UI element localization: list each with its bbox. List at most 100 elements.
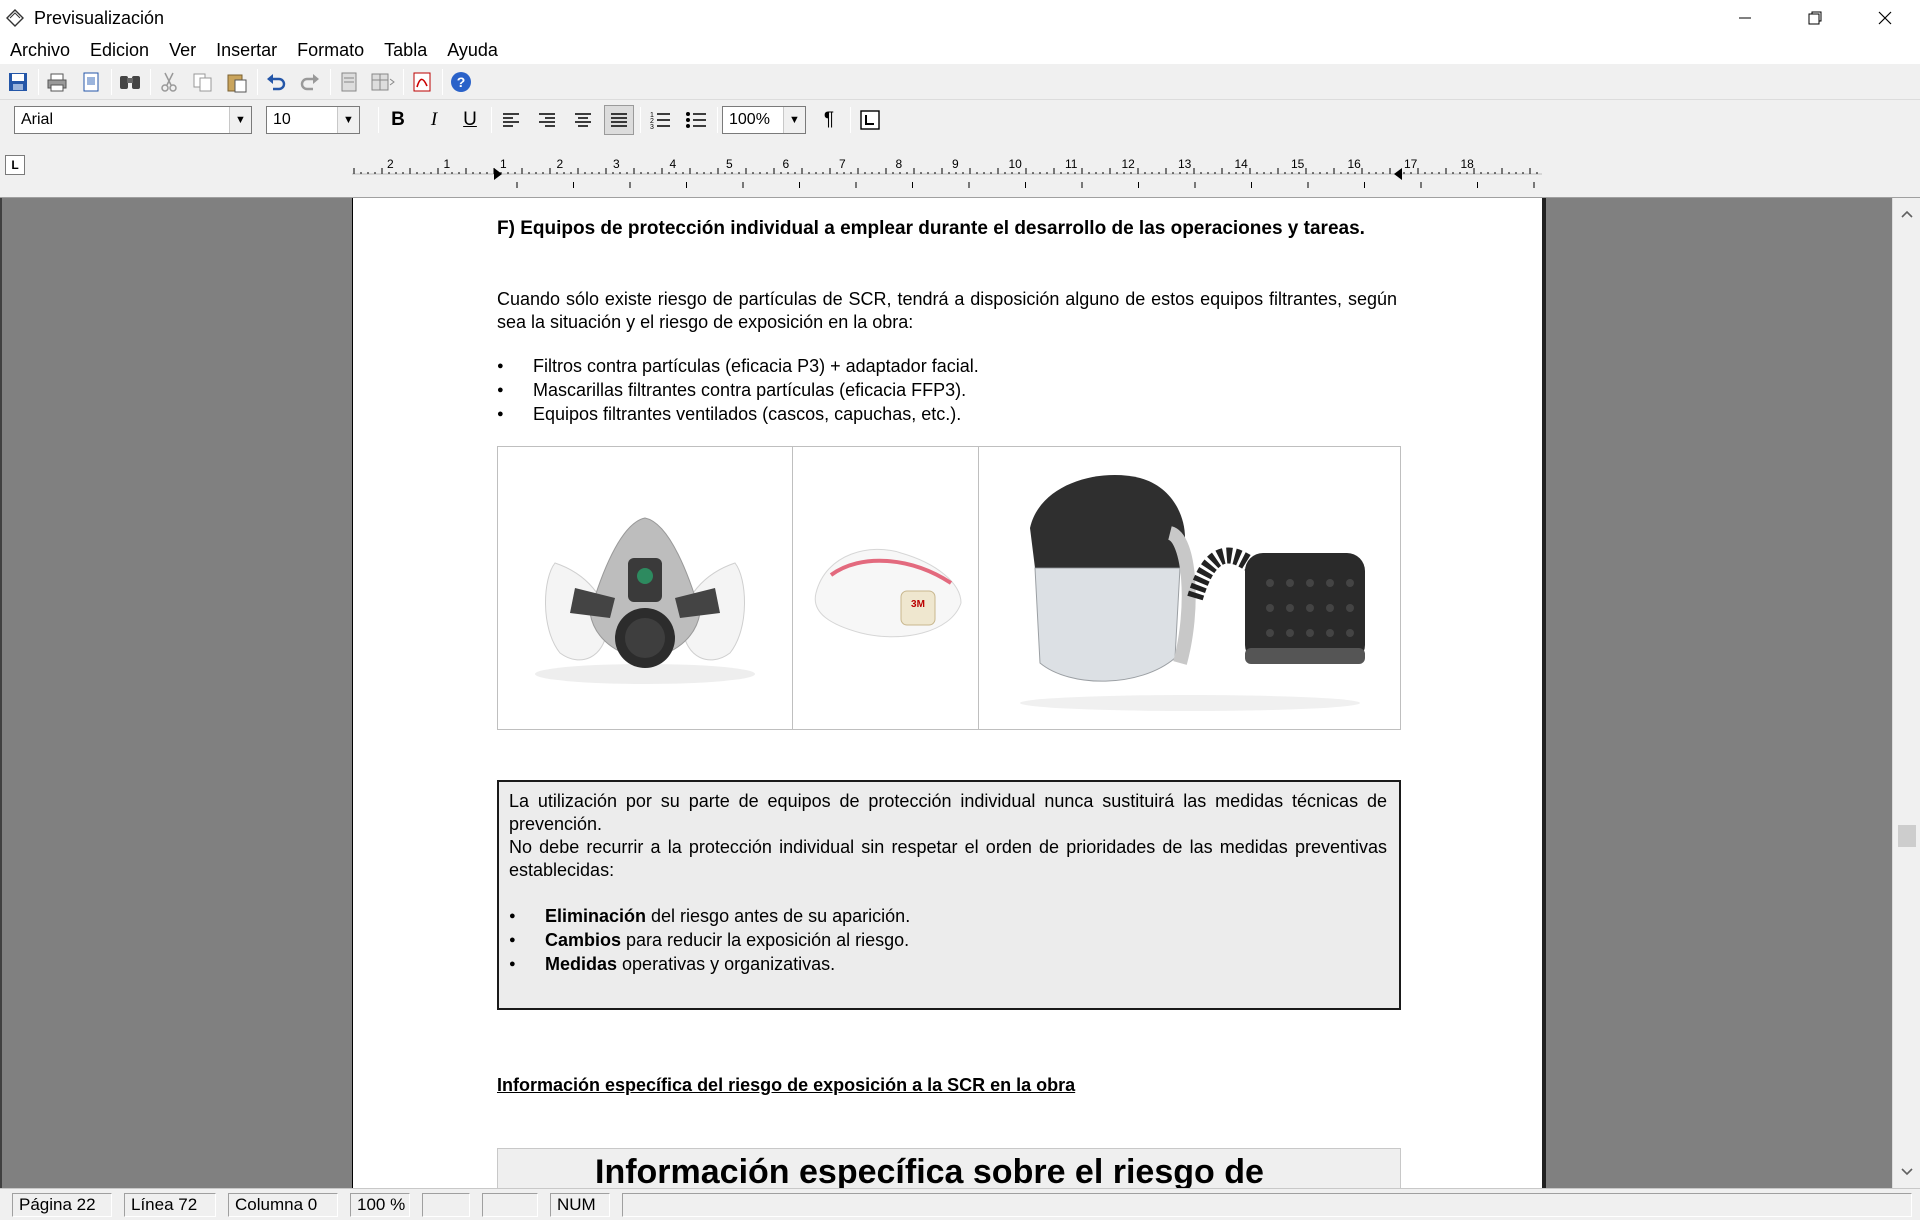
- menu-insertar[interactable]: Insertar: [208, 40, 286, 61]
- export-pdf-button[interactable]: [408, 68, 436, 96]
- right-indent-marker[interactable]: [1394, 168, 1402, 180]
- status-zoom: 100 %: [350, 1192, 410, 1217]
- menu-ver[interactable]: Ver: [161, 40, 205, 61]
- save-button[interactable]: [4, 68, 32, 96]
- find-button[interactable]: [116, 68, 144, 96]
- toolbar-separator: [38, 68, 39, 95]
- scroll-up-icon[interactable]: [1893, 202, 1920, 226]
- list-item: Medidas operativas y organizativas.: [509, 952, 1387, 976]
- ruler-label: 3: [613, 157, 620, 171]
- section-subheading: Información específica del riesgo de exp…: [497, 1075, 1076, 1095]
- document-area[interactable]: F) Equipos de protección individual a em…: [0, 198, 1892, 1188]
- toolbar-separator: [491, 107, 492, 133]
- font-size-select[interactable]: 10 ▼: [266, 106, 360, 134]
- toolbar-separator: [150, 68, 151, 95]
- underline-button[interactable]: U: [455, 105, 485, 135]
- close-button[interactable]: [1850, 0, 1920, 36]
- notice-paragraph: No debe recurrir a la protección individ…: [509, 837, 1387, 880]
- restore-icon: [1808, 11, 1822, 25]
- insert-table-button[interactable]: [369, 68, 397, 96]
- horizontal-ruler[interactable]: 2 1 1 2 3 4 5 6 7 8 9 10 11 12 13 14 15 16 17 18: [352, 154, 1542, 194]
- status-page: Página 22: [12, 1192, 112, 1217]
- paste-icon: [227, 74, 247, 92]
- help-button[interactable]: ?: [447, 68, 475, 96]
- zoom-select[interactable]: 100% ▼: [722, 106, 806, 134]
- align-left-button[interactable]: [496, 105, 526, 135]
- font-family-value: Arial: [21, 111, 54, 128]
- status-bar: Página 22 Línea 72 Columna 0 100 % NUM: [0, 1188, 1920, 1220]
- ffp3-mask-image: 3M: [793, 447, 979, 729]
- page-icon: [341, 72, 357, 91]
- ruler-label: 12: [1122, 157, 1136, 171]
- toolbar-separator: [257, 68, 258, 95]
- bold-button[interactable]: B: [383, 105, 413, 135]
- ruler-label: 14: [1235, 157, 1249, 171]
- print-button[interactable]: [43, 68, 71, 96]
- chevron-down-icon[interactable]: ▼: [783, 107, 805, 133]
- status-empty-field: [422, 1192, 470, 1217]
- align-right-icon: [539, 113, 555, 127]
- bullet-list-button[interactable]: [681, 105, 711, 135]
- copy-button[interactable]: [189, 68, 217, 96]
- toolbar-separator: [717, 107, 718, 133]
- justify-button[interactable]: [604, 105, 634, 135]
- list-item: Equipos filtrantes ventilados (cascos, c…: [497, 402, 1397, 426]
- menu-archivo[interactable]: Archivo: [2, 40, 79, 61]
- chevron-down-icon[interactable]: ▼: [229, 107, 251, 133]
- list-item: Filtros contra partículas (eficacia P3) …: [497, 354, 1397, 378]
- status-message-field: [622, 1192, 1912, 1217]
- document-page[interactable]: F) Equipos de protección individual a em…: [352, 198, 1546, 1188]
- list-item: Mascarillas filtrantes contra partículas…: [497, 378, 1397, 402]
- redo-button[interactable]: [296, 68, 324, 96]
- pdf-icon: [413, 72, 431, 91]
- chevron-down-icon[interactable]: ▼: [337, 107, 359, 133]
- status-line: Línea 72: [124, 1192, 216, 1217]
- numbered-list-button[interactable]: 123: [645, 105, 675, 135]
- half-mask-respirator-image: [498, 447, 793, 729]
- menu-formato[interactable]: Formato: [289, 40, 373, 61]
- save-icon: [9, 72, 27, 91]
- toolbar-separator: [850, 107, 851, 133]
- info-title: Información específica sobre el riesgo d…: [595, 1153, 1264, 1188]
- menu-tabla[interactable]: Tabla: [376, 40, 436, 61]
- ruler-label: 9: [952, 157, 959, 171]
- tab-stop-selector[interactable]: L: [5, 155, 25, 175]
- format-toolbar: Arial ▼ 10 ▼ B I U 123 100% ▼ ¶: [0, 100, 1920, 140]
- ruler-label: 18: [1461, 157, 1475, 171]
- align-center-button[interactable]: [568, 105, 598, 135]
- ruler-label: 1: [444, 157, 451, 171]
- print-preview-button[interactable]: [77, 68, 105, 96]
- toolbar-separator: [403, 68, 404, 95]
- warning-notice-box: La utilización por su parte de equipos d…: [497, 780, 1401, 1010]
- italic-button[interactable]: I: [419, 105, 449, 135]
- ruler-label: 13: [1178, 157, 1192, 171]
- undo-button[interactable]: [262, 68, 290, 96]
- page-setup-button[interactable]: [855, 105, 885, 135]
- align-right-button[interactable]: [532, 105, 562, 135]
- font-family-select[interactable]: Arial ▼: [14, 106, 252, 134]
- svg-text:3: 3: [650, 124, 654, 130]
- vertical-scrollbar[interactable]: [1892, 198, 1920, 1188]
- ruler-label: 7: [839, 157, 846, 171]
- ruler-label: 8: [896, 157, 903, 171]
- menu-ayuda[interactable]: Ayuda: [439, 40, 507, 61]
- show-formatting-button[interactable]: ¶: [814, 105, 844, 135]
- close-icon: [1878, 11, 1892, 25]
- status-empty-field: [482, 1192, 538, 1217]
- print-preview-icon: [83, 72, 99, 91]
- menu-edicion[interactable]: Edicion: [82, 40, 158, 61]
- scroll-down-icon[interactable]: [1893, 1160, 1920, 1184]
- minimize-icon: [1739, 17, 1751, 19]
- ruler-label: 6: [783, 157, 790, 171]
- restore-button[interactable]: [1780, 0, 1850, 36]
- ruler-label: 2: [387, 157, 394, 171]
- paste-button[interactable]: [223, 68, 251, 96]
- minimize-button[interactable]: [1710, 0, 1780, 36]
- cut-button[interactable]: [155, 68, 183, 96]
- scroll-thumb[interactable]: [1898, 825, 1916, 847]
- toolbar-separator: [111, 68, 112, 95]
- ruler-label: 11: [1065, 157, 1078, 171]
- equipment-list: Filtros contra partículas (eficacia P3) …: [497, 354, 1397, 426]
- page-break-button[interactable]: [335, 68, 363, 96]
- list-item: Cambios para reducir la exposición al ri…: [509, 928, 1387, 952]
